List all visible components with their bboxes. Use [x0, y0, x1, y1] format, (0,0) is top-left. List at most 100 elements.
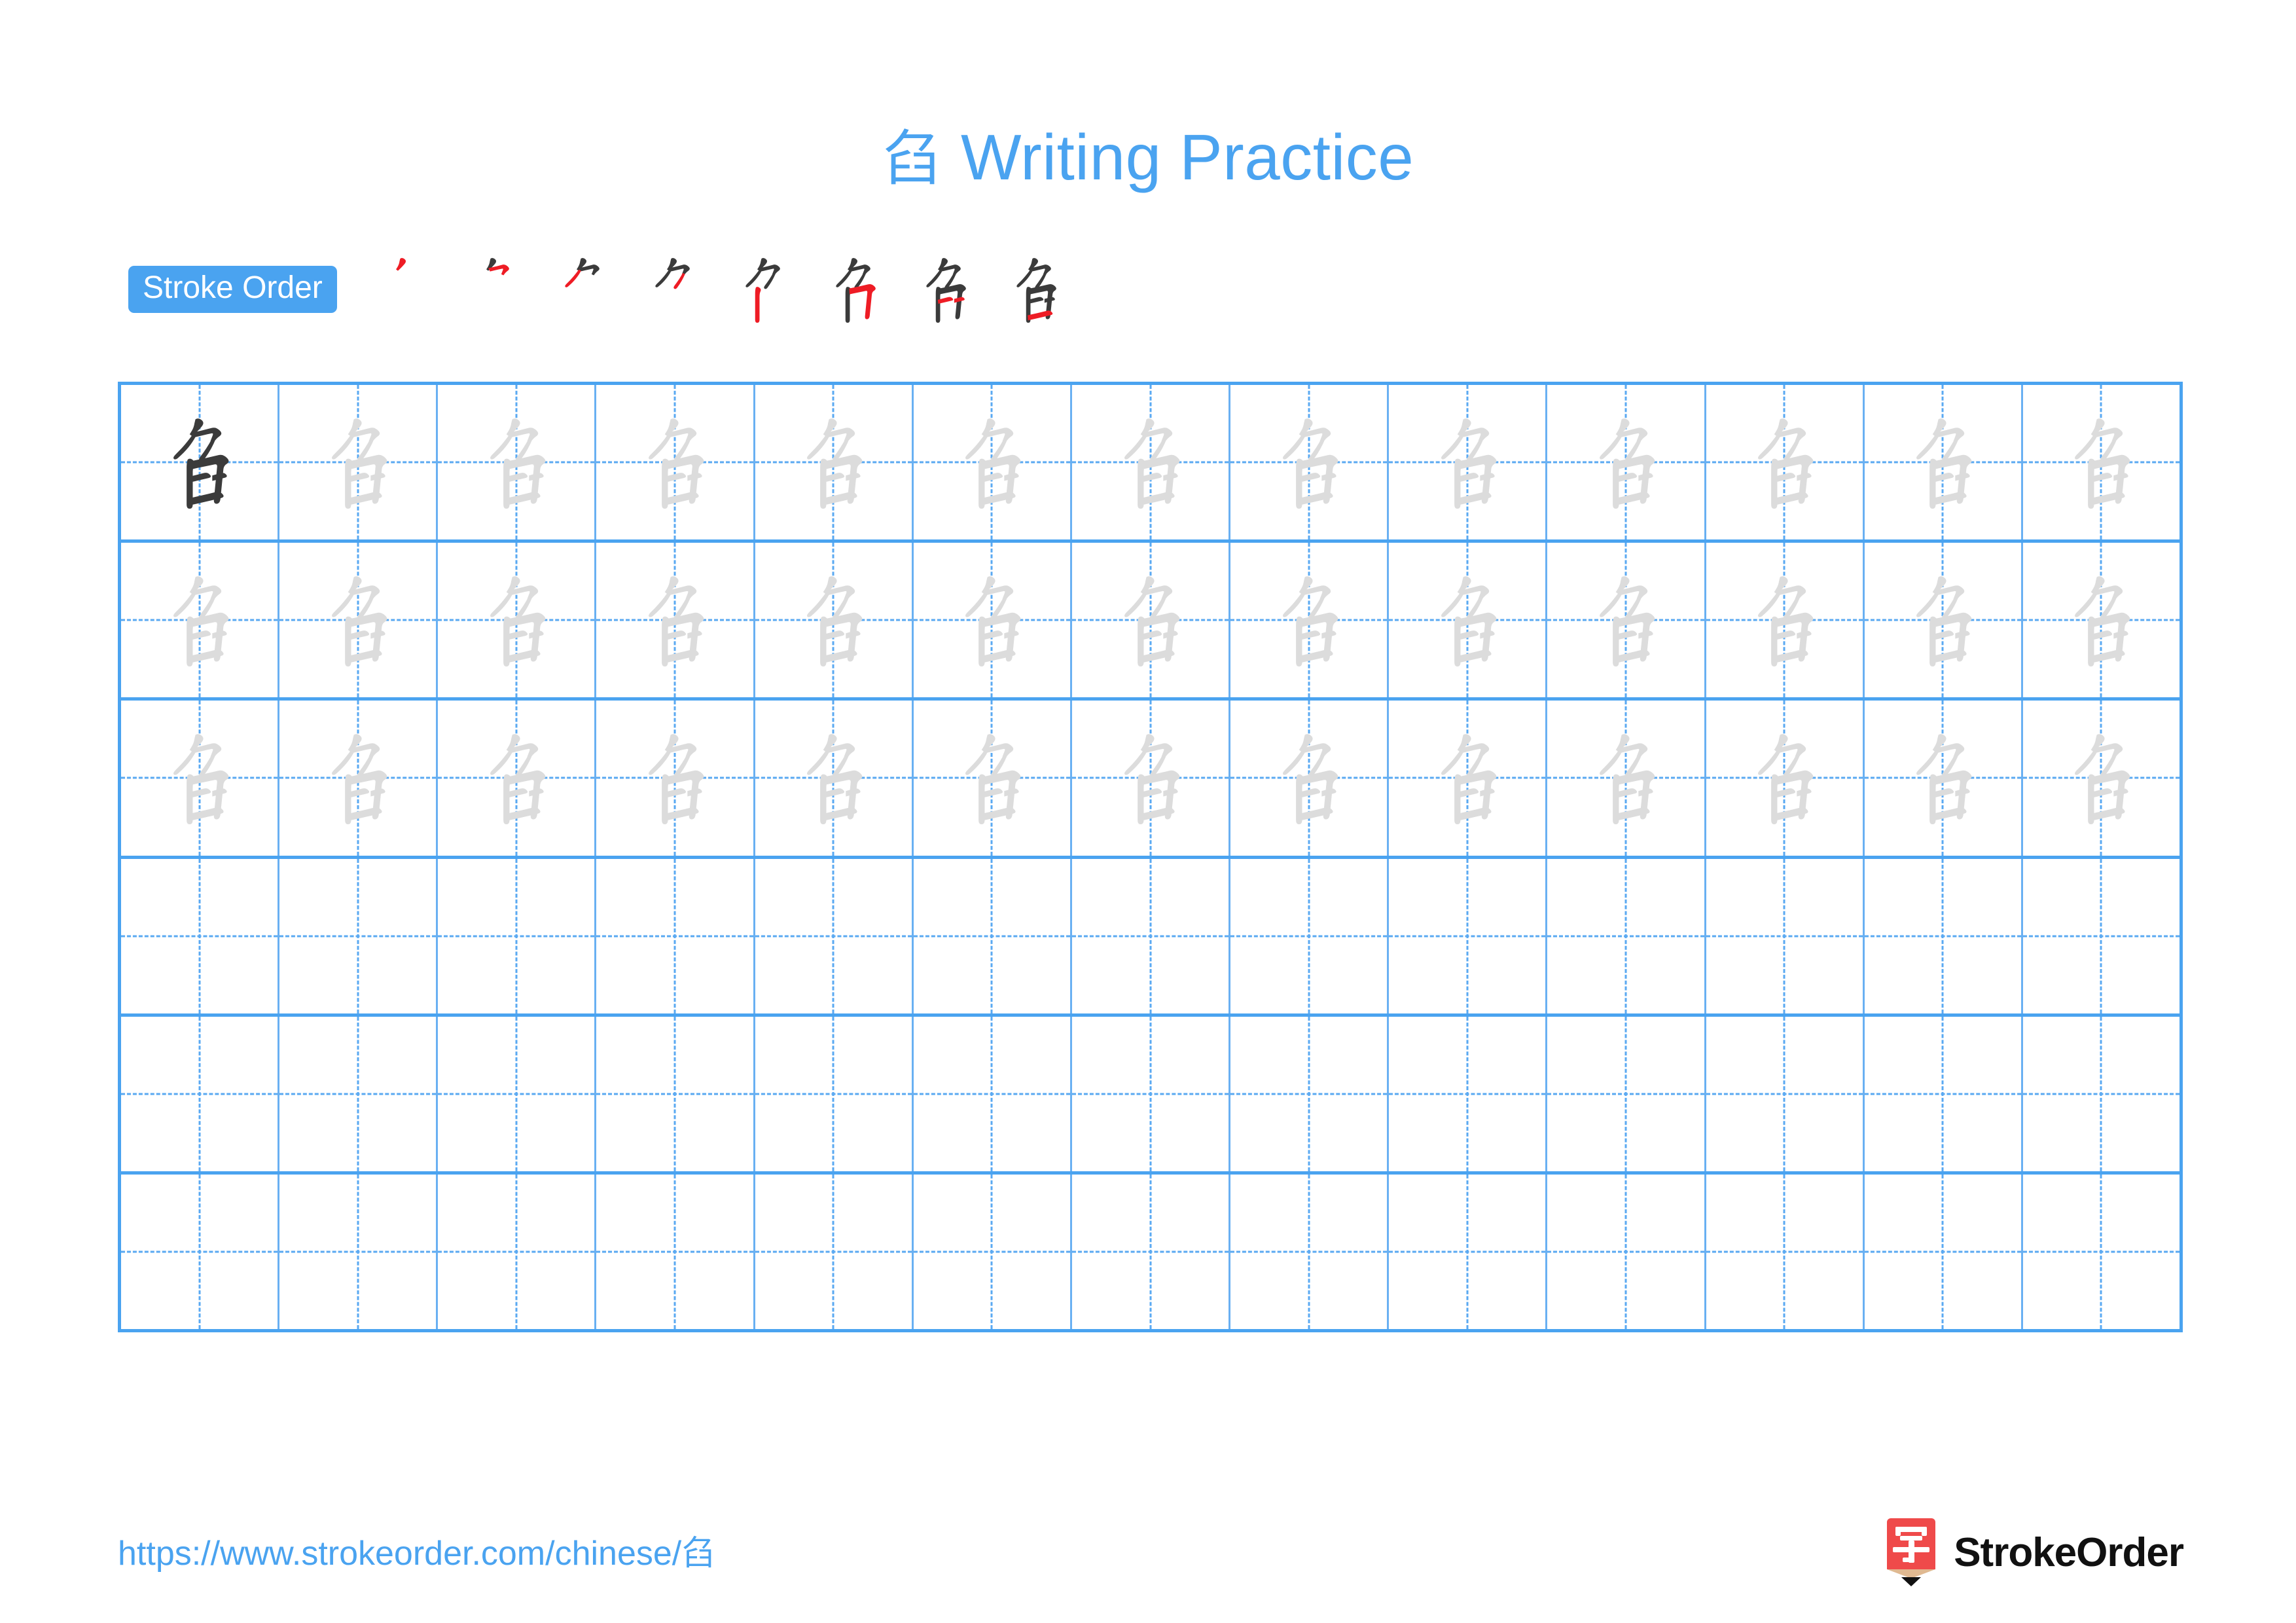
character-glyph — [914, 701, 1070, 855]
practice-cell-blank[interactable] — [1072, 1016, 1231, 1171]
practice-cell-blank[interactable] — [596, 1174, 755, 1330]
practice-cell-trace[interactable] — [1865, 701, 2023, 856]
practice-cell-trace[interactable] — [1230, 543, 1390, 698]
practice-cell-blank[interactable] — [1389, 1016, 1548, 1171]
practice-cell-blank[interactable] — [1865, 858, 2023, 1013]
practice-cell-trace[interactable] — [121, 701, 280, 856]
practice-cell-trace[interactable] — [438, 543, 597, 698]
character-glyph — [1547, 701, 1704, 855]
practice-cell-blank[interactable] — [1072, 858, 1231, 1013]
practice-cell-trace[interactable] — [1230, 385, 1390, 540]
practice-cell-blank[interactable] — [1072, 1174, 1231, 1330]
practice-cell-blank[interactable] — [1865, 1174, 2023, 1330]
practice-cell-blank[interactable] — [1706, 1016, 1865, 1171]
practice-cell-blank[interactable] — [121, 1174, 280, 1330]
practice-cell-blank[interactable] — [121, 1016, 280, 1171]
practice-cell-model[interactable] — [121, 385, 280, 540]
stroke-order-badge: Stroke Order — [128, 266, 337, 313]
practice-cell-trace[interactable] — [279, 543, 439, 698]
practice-cell-blank[interactable] — [755, 1174, 914, 1330]
practice-cell-trace[interactable] — [755, 543, 914, 698]
practice-cell-trace[interactable] — [1072, 385, 1231, 540]
practice-cell-trace[interactable] — [1547, 543, 1706, 698]
practice-cell-trace[interactable] — [755, 385, 914, 540]
source-url-link[interactable]: https://www.strokeorder.com/chinese/臽 — [118, 1525, 715, 1575]
practice-cell-blank[interactable] — [1547, 858, 1706, 1013]
character-glyph — [279, 543, 436, 697]
practice-cell-blank[interactable] — [1389, 1174, 1548, 1330]
practice-grid-row — [121, 1016, 2183, 1175]
practice-cell-trace[interactable] — [1706, 385, 1865, 540]
practice-cell-blank[interactable] — [755, 1016, 914, 1171]
character-glyph — [1230, 701, 1387, 855]
practice-cell-trace[interactable] — [914, 385, 1072, 540]
stroke-order-step-8 — [990, 246, 1081, 333]
practice-cell-trace[interactable] — [438, 385, 597, 540]
practice-cell-blank[interactable] — [438, 1016, 597, 1171]
character-glyph — [596, 543, 753, 697]
practice-cell-blank[interactable] — [438, 1174, 597, 1330]
practice-cell-blank[interactable] — [755, 858, 914, 1013]
practice-cell-trace[interactable] — [1389, 385, 1548, 540]
practice-cell-blank[interactable] — [2023, 1016, 2183, 1171]
practice-cell-trace[interactable] — [1230, 701, 1390, 856]
practice-cell-trace[interactable] — [1072, 543, 1231, 698]
practice-cell-trace[interactable] — [596, 543, 755, 698]
practice-grid-row — [121, 858, 2183, 1017]
practice-cell-trace[interactable] — [2023, 385, 2183, 540]
practice-cell-trace[interactable] — [1865, 543, 2023, 698]
practice-cell-trace[interactable] — [596, 701, 755, 856]
practice-cell-trace[interactable] — [755, 701, 914, 856]
practice-cell-blank[interactable] — [1230, 1016, 1390, 1171]
character-glyph — [1547, 543, 1704, 697]
practice-cell-blank[interactable] — [914, 1016, 1072, 1171]
practice-cell-blank[interactable] — [914, 1174, 1072, 1330]
practice-grid-row — [121, 1174, 2183, 1333]
stroke-order-step-1 — [358, 246, 448, 333]
character-glyph — [914, 543, 1070, 697]
practice-cell-blank[interactable] — [1230, 1174, 1390, 1330]
stroke-order-section: Stroke Order — [128, 254, 1081, 325]
practice-cell-blank[interactable] — [596, 1016, 755, 1171]
practice-cell-blank[interactable] — [121, 858, 280, 1013]
practice-cell-blank[interactable] — [438, 858, 597, 1013]
practice-cell-trace[interactable] — [596, 385, 755, 540]
brand-name: StrokeOrder — [1954, 1529, 2184, 1575]
practice-cell-trace[interactable] — [914, 701, 1072, 856]
practice-cell-trace[interactable] — [1706, 701, 1865, 856]
practice-cell-blank[interactable] — [1865, 1016, 2023, 1171]
practice-cell-blank[interactable] — [1389, 858, 1548, 1013]
practice-cell-trace[interactable] — [2023, 543, 2183, 698]
practice-cell-blank[interactable] — [596, 858, 755, 1013]
practice-cell-trace[interactable] — [279, 701, 439, 856]
practice-cell-trace[interactable] — [1389, 543, 1548, 698]
practice-cell-trace[interactable] — [2023, 701, 2183, 856]
practice-cell-trace[interactable] — [1389, 701, 1548, 856]
character-glyph — [438, 701, 594, 855]
practice-cell-trace[interactable] — [121, 543, 280, 698]
practice-cell-trace[interactable] — [1072, 701, 1231, 856]
practice-grid-row — [121, 543, 2183, 701]
practice-cell-blank[interactable] — [279, 1174, 439, 1330]
stroke-order-step-6 — [810, 246, 900, 333]
practice-cell-blank[interactable] — [1547, 1174, 1706, 1330]
practice-cell-trace[interactable] — [438, 701, 597, 856]
practice-cell-blank[interactable] — [914, 858, 1072, 1013]
practice-cell-blank[interactable] — [1706, 858, 1865, 1013]
practice-cell-trace[interactable] — [1865, 385, 2023, 540]
character-glyph — [121, 385, 278, 539]
practice-cell-blank[interactable] — [2023, 1174, 2183, 1330]
practice-cell-trace[interactable] — [1706, 543, 1865, 698]
character-glyph — [1389, 543, 1545, 697]
practice-cell-blank[interactable] — [1547, 1016, 1706, 1171]
practice-cell-trace[interactable] — [279, 385, 439, 540]
practice-cell-blank[interactable] — [279, 858, 439, 1013]
practice-cell-blank[interactable] — [2023, 858, 2183, 1013]
stroke-order-step-3 — [539, 246, 629, 333]
practice-cell-trace[interactable] — [1547, 701, 1706, 856]
practice-cell-trace[interactable] — [1547, 385, 1706, 540]
practice-cell-blank[interactable] — [279, 1016, 439, 1171]
practice-cell-blank[interactable] — [1230, 858, 1390, 1013]
practice-cell-trace[interactable] — [914, 543, 1072, 698]
practice-cell-blank[interactable] — [1706, 1174, 1865, 1330]
